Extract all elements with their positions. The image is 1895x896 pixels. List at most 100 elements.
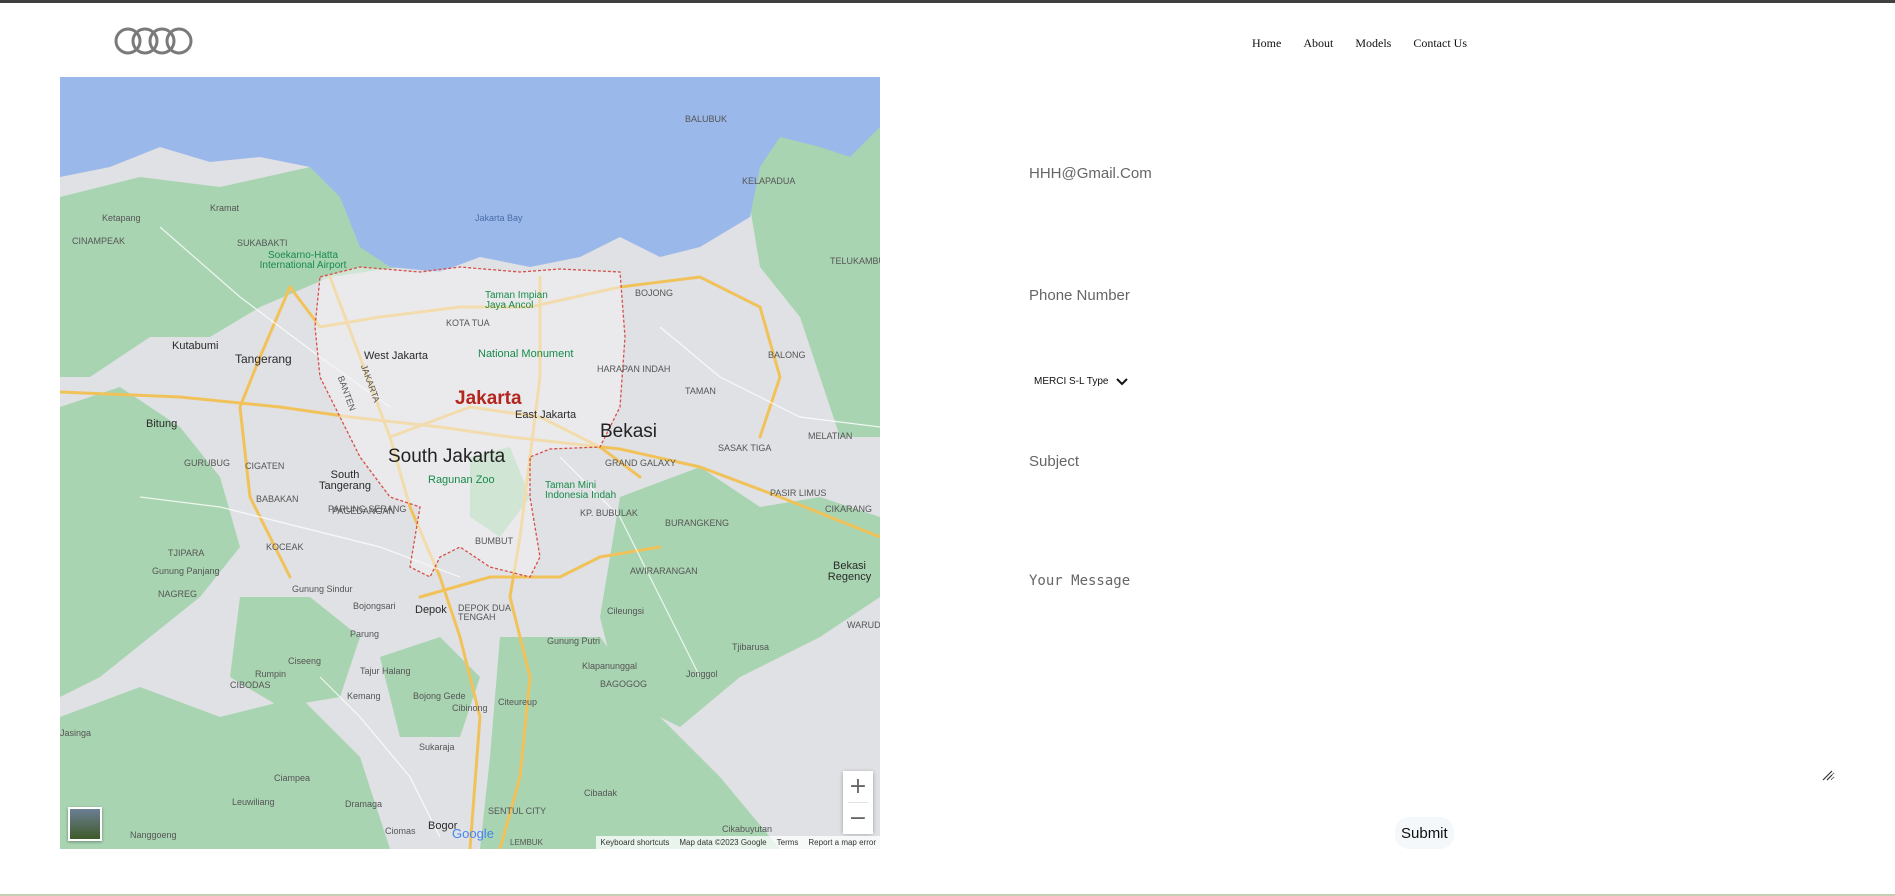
map-label-s31: SENTUL CITY — [488, 806, 547, 816]
map-data-credit: Map data ©2023 Google — [679, 838, 767, 847]
map-label-water: Jakarta Bay — [475, 213, 523, 223]
map-label-s28: DEPOK DUA TENGAH — [458, 603, 511, 622]
resize-handle-icon[interactable] — [1821, 769, 1833, 781]
map-label-m21: Leuwiliang — [232, 797, 275, 807]
map-label-s14: CIKARANG — [825, 504, 873, 514]
map-label-s15: BURANGKENG — [665, 518, 730, 528]
map-label-m29: Cileungsi — [607, 606, 645, 616]
map-label-m30: Cibadak — [584, 788, 618, 798]
map-label-m24: Jasinga — [60, 728, 92, 738]
submit-button[interactable]: Submit — [1395, 817, 1454, 849]
audi-rings-logo[interactable] — [114, 23, 194, 59]
terms-link[interactable]: Terms — [777, 838, 799, 847]
map-attribution: Keyboard shortcuts Map data ©2023 Google… — [596, 836, 880, 849]
map-label-s11: SASAK TIGA — [718, 443, 772, 453]
map-label-m18: Sukaraja — [419, 742, 455, 752]
map-label-m5: South Tangerang — [319, 469, 371, 492]
map-poi-zoo[interactable]: Ragunan Zoo — [428, 475, 495, 486]
map-label-m27: Jonggol — [686, 669, 718, 679]
main-nav: Home About Models Contact Us — [1252, 36, 1467, 51]
map-label-s29: BAGOGOG — [600, 679, 648, 689]
map-label-m7: Gunung Panjang — [152, 566, 220, 576]
map-label-s7: BOJONG — [635, 288, 674, 298]
report-error-link[interactable]: Report a map error — [808, 838, 876, 847]
map-label-m17: Citeureup — [498, 697, 538, 707]
map-label-m26: Klapanunggal — [582, 661, 638, 671]
map-label-s27: BUMBUT — [475, 536, 513, 546]
map-label-s35: PAGEDANGAN — [332, 506, 395, 516]
map-label-s19: CIGATEN — [245, 461, 285, 471]
message-textarea[interactable] — [1029, 573, 1835, 781]
nav-contact-link[interactable]: Contact Us — [1413, 36, 1467, 51]
map-label-m13: Tajur Halang — [360, 666, 411, 676]
map-label-s9: TAMAN — [685, 386, 716, 396]
nav-about-link[interactable]: About — [1303, 36, 1333, 51]
phone-field[interactable] — [1029, 287, 1809, 304]
map-label-m16: Cibinong — [452, 703, 488, 713]
map-label-s25: KOTA TUA — [446, 318, 490, 328]
map-label-m12: Rumpin — [255, 669, 287, 679]
map-label-m14: Kemang — [347, 691, 381, 701]
map-label-m31: Cikabuyutan — [722, 824, 773, 834]
map-zoom-control: + − — [843, 771, 873, 834]
map-label-s18: GURUBUG — [184, 458, 231, 468]
google-map-embed[interactable]: Jakarta Bay Jakarta South Jakarta Bekasi… — [60, 77, 880, 849]
map-label-m23: Nanggoeng — [130, 830, 177, 840]
keyboard-shortcuts-link[interactable]: Keyboard shortcuts — [600, 838, 669, 847]
zoom-in-button[interactable]: + — [843, 771, 873, 802]
map-label-s32: LEMBUK — [510, 838, 543, 847]
map-layer-toggle[interactable] — [68, 807, 102, 841]
map-label-large-0: South Jakarta — [388, 446, 506, 467]
map-label-m6: Gunung Sindur — [292, 584, 353, 594]
map-label-m9: Depok — [415, 604, 447, 616]
map-label-s1: KELAPADUA — [742, 176, 796, 186]
map-label-s12: GRAND GALAXY — [605, 458, 677, 468]
map-label-m1: Tangerang — [235, 352, 292, 366]
zoom-out-button[interactable]: − — [843, 803, 873, 834]
map-label-s22: KOCEAK — [266, 542, 304, 552]
map-label-s0: BALUBUK — [685, 114, 728, 124]
map-label-s13: PASIR LIMUS — [770, 488, 827, 498]
map-label-large-1: Bekasi — [600, 421, 658, 442]
map-label-m11: Ciseeng — [288, 656, 322, 666]
map-poi-monument[interactable]: National Monument — [478, 349, 573, 360]
map-label-s10: MELATIAN — [808, 431, 853, 441]
nav-home-link[interactable]: Home — [1252, 36, 1281, 51]
map-label-s2: Ketapang — [102, 213, 141, 223]
map-label-s24: NAGREG — [158, 589, 198, 599]
map-label-s17: WARUDO — [847, 620, 880, 630]
map-label-m2: Bitung — [146, 418, 178, 430]
map-label-m19: Ciampea — [274, 773, 311, 783]
contact-form: MERCI S-L Type Submit — [1029, 77, 1835, 857]
model-select-value: MERCI S-L Type — [1034, 376, 1109, 387]
email-field[interactable] — [1029, 165, 1809, 182]
model-select[interactable]: MERCI S-L Type — [1034, 376, 1129, 387]
map-label-m3: West Jakarta — [364, 350, 428, 362]
map-label-s8: BALONG — [768, 350, 806, 360]
map-label-m32: Bekasi Regency — [827, 560, 872, 583]
map-label-m10: Parung — [350, 629, 380, 639]
map-label-m20: Dramaga — [345, 799, 383, 809]
map-label-s3: Kramat — [210, 203, 240, 213]
map-label-m22: Ciomas — [385, 826, 416, 836]
map-label-s16: AWIRARANGAN — [630, 566, 698, 576]
map-label-city: Jakarta — [455, 388, 522, 409]
map-label-s5: CINAMPEAK — [72, 236, 126, 246]
map-label-s36: KP. BUBULAK — [580, 508, 638, 518]
map-label-m25: Gunung Putri — [547, 636, 601, 646]
map-poi-airport[interactable]: Soekarno-Hatta International Airport — [248, 251, 358, 271]
map-label-m8: Bojongsari — [353, 601, 396, 611]
map-label-s4: SUKABAKTI — [237, 238, 288, 248]
map-label-m28: Tjibarusa — [732, 642, 770, 652]
map-label-m4: East Jakarta — [515, 409, 577, 421]
map-label-s23: TJIPARA — [168, 548, 205, 558]
map-label-s30: CIBODAS — [230, 680, 271, 690]
map-poi-ancol[interactable]: Taman Impian Jaya Ancol — [485, 291, 565, 311]
nav-models-link[interactable]: Models — [1355, 36, 1391, 51]
google-logo: Google — [452, 826, 494, 841]
map-label-m15: Bojong Gede — [413, 691, 466, 701]
chevron-down-icon — [1116, 377, 1129, 385]
subject-field[interactable] — [1029, 453, 1809, 470]
map-poi-taman-mini[interactable]: Taman Mini Indonesia Indah — [545, 481, 635, 501]
map-label-s20: BABAKAN — [256, 494, 299, 504]
